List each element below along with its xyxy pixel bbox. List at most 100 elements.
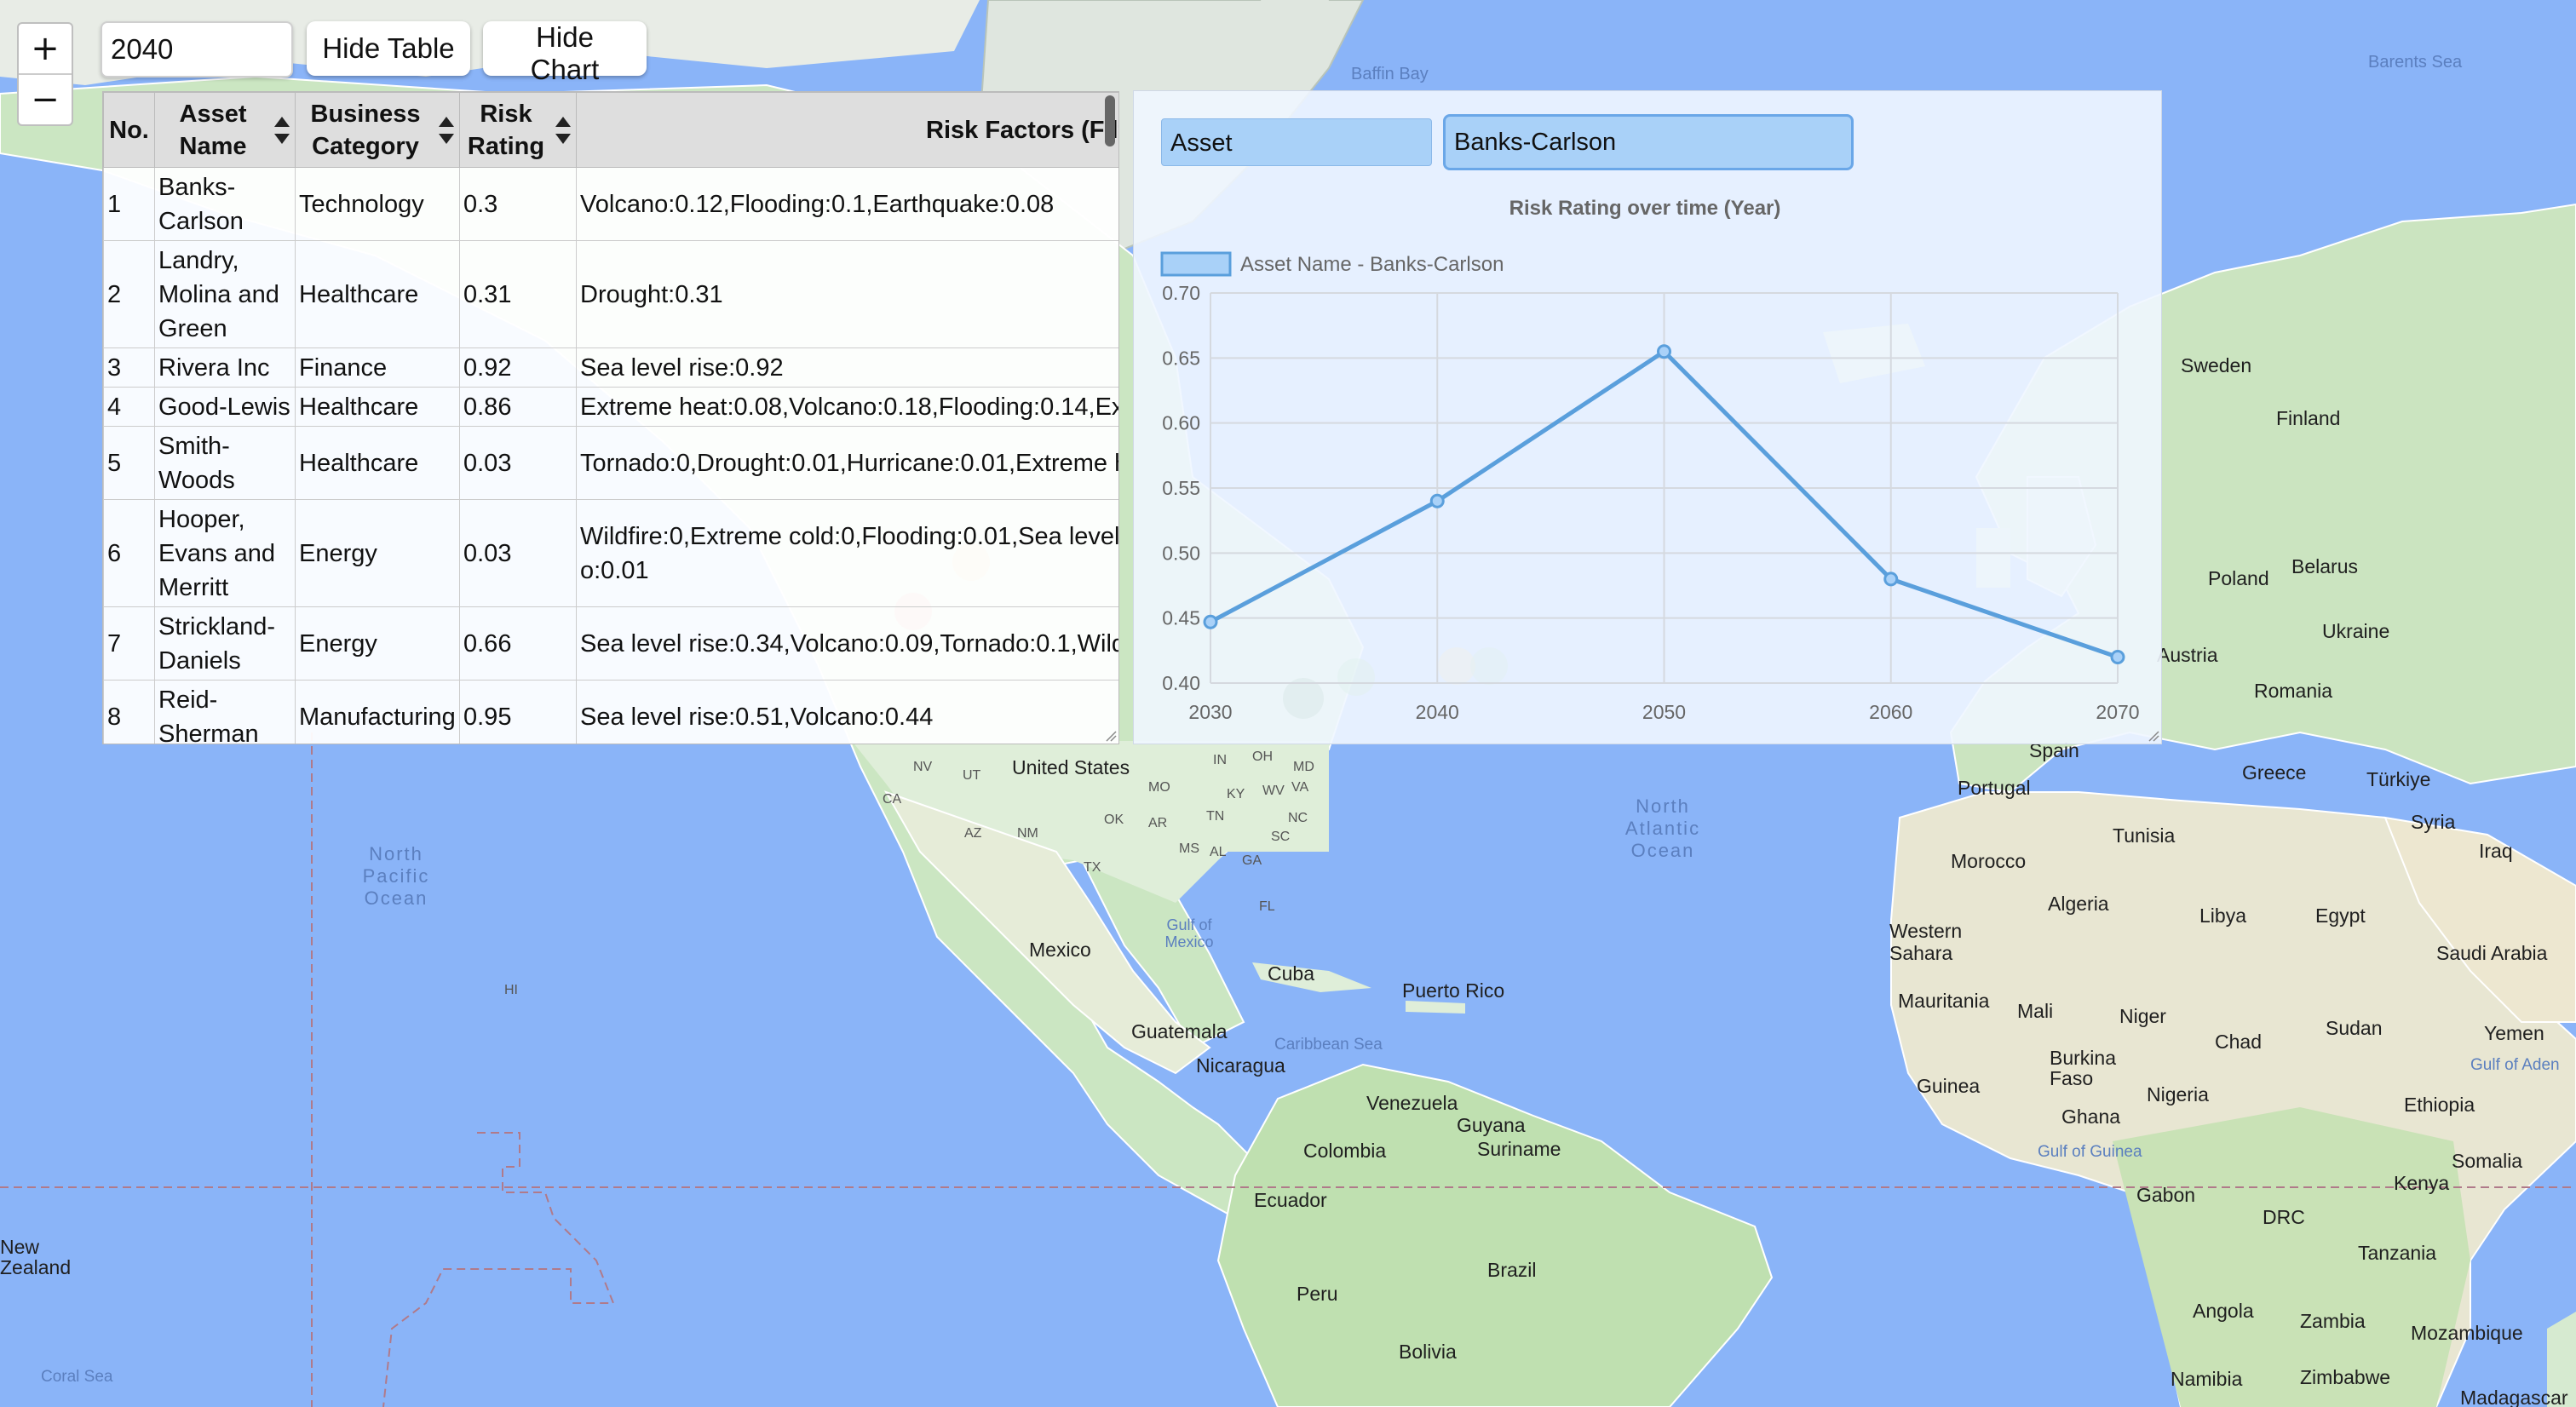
legend-swatch[interactable]: [1160, 251, 1232, 277]
map-label-portugal: Portugal: [1958, 777, 2031, 799]
map-label-egypt: Egypt: [2315, 904, 2366, 927]
table-row[interactable]: 5 Smith-Woods Healthcare 0.03 Tornado:0,…: [103, 426, 1118, 500]
map-label-new-zealand: New Zealand: [0, 1236, 72, 1278]
hide-chart-button[interactable]: Hide Chart: [483, 21, 647, 85]
cell-business-category: Healthcare: [295, 387, 460, 427]
map-label-guatemala: Guatemala: [1131, 1020, 1228, 1042]
sort-icon[interactable]: [273, 115, 291, 146]
table-row[interactable]: 3 Rivera Inc Finance 0.92 Sea level rise…: [103, 347, 1118, 388]
cell-risk-rating: 0.95: [459, 680, 577, 744]
map-state-fl: FL: [1259, 899, 1275, 914]
risk-line-chart: Risk Rating over time (Year) Asset Name …: [1160, 197, 2140, 723]
map-label-mauritania: Mauritania: [1898, 990, 1990, 1012]
map-state-nm: NM: [1017, 826, 1038, 841]
cell-no: 6: [103, 499, 155, 607]
resize-handle-icon[interactable]: [2148, 730, 2159, 742]
table-header-row: No. Asset Name Business Category Risk Ra…: [103, 92, 1119, 168]
zoom-in-button[interactable]: +: [19, 24, 72, 73]
column-header-risk-rating-label: Risk Rating: [467, 100, 545, 160]
legend-label[interactable]: Asset Name - Banks-Carlson: [1240, 253, 1504, 276]
data-point-2030[interactable]: [1203, 614, 1218, 629]
map-label-mexico: Mexico: [1029, 939, 1091, 961]
column-header-business-category[interactable]: Business Category: [295, 92, 460, 168]
table-row[interactable]: 7 Strickland-Daniels Energy 0.66 Sea lev…: [103, 606, 1118, 681]
zoom-control: + −: [17, 22, 73, 126]
table-row[interactable]: 2 Landry, Molina and Green Healthcare 0.…: [103, 240, 1118, 348]
map-label-zambia: Zambia: [2300, 1310, 2366, 1332]
map-label-sudan: Sudan: [2326, 1017, 2383, 1039]
sort-icon[interactable]: [437, 115, 456, 146]
map-state-nv: NV: [913, 760, 933, 774]
x-tick-label: 2040: [1416, 701, 1459, 723]
cell-risk-factors: Wildfire:0,Extreme cold:0,Flooding:0.01,…: [576, 499, 1118, 607]
cell-risk-rating: 0.86: [459, 387, 577, 427]
cell-risk-factors: Sea level rise:0.34,Volcano:0.09,Tornado…: [576, 606, 1118, 681]
data-point-2070[interactable]: [2110, 649, 2125, 664]
resize-handle-icon[interactable]: [1105, 730, 1117, 742]
x-tick-label: 2030: [1188, 701, 1232, 723]
column-header-risk-factors[interactable]: Risk Factors (Filt: [576, 92, 1119, 168]
cell-business-category: Finance: [295, 347, 460, 388]
column-header-no[interactable]: No.: [103, 92, 155, 168]
zoom-out-button[interactable]: −: [19, 75, 72, 124]
map-state-tx: TX: [1084, 860, 1101, 875]
map-label-brazil: Brazil: [1487, 1259, 1537, 1281]
cell-no: 4: [103, 387, 155, 427]
table-row[interactable]: 8 Reid-Sherman Manufacturing 0.95 Sea le…: [103, 680, 1118, 744]
map-state-ar: AR: [1148, 816, 1168, 830]
map-state-mo: MO: [1148, 780, 1170, 795]
cell-no: 3: [103, 347, 155, 388]
map-label-finland: Finland: [2276, 407, 2341, 429]
y-tick-label: 0.55: [1162, 477, 1200, 499]
map-label-baffin-bay: Baffin Bay: [1351, 65, 1429, 83]
map-label-kenya: Kenya: [2394, 1172, 2450, 1194]
map-label-sweden: Sweden: [2181, 354, 2252, 376]
map-state-in: IN: [1213, 753, 1227, 767]
data-point-2040[interactable]: [1429, 493, 1445, 508]
map-label-tunisia: Tunisia: [2113, 824, 2176, 847]
data-point-2050[interactable]: [1657, 344, 1671, 359]
table-row[interactable]: 1 Banks-Carlson Technology 0.3 Volcano:0…: [103, 167, 1118, 241]
year-input[interactable]: [101, 21, 293, 78]
cell-risk-factors: Tornado:0,Drought:0.01,Hurricane:0.01,Ex…: [576, 426, 1118, 500]
cell-asset-name: Reid-Sherman: [154, 680, 296, 744]
sort-icon[interactable]: [554, 115, 572, 146]
map-state-nc: NC: [1288, 811, 1308, 825]
map-label-zimbabwe: Zimbabwe: [2300, 1366, 2391, 1388]
map-label-saudi-arabia: Saudi Arabia: [2436, 942, 2548, 964]
cell-business-category: Healthcare: [295, 240, 460, 348]
map-label-barents-sea: Barents Sea: [2368, 53, 2463, 72]
asset-table: No. Asset Name Business Category Risk Ra…: [103, 92, 1119, 744]
cell-risk-factors: Drought:0.31: [576, 240, 1118, 348]
map-label-western-sahara: Western Sahara: [1889, 920, 1963, 964]
map-label-iraq: Iraq: [2479, 840, 2513, 862]
column-header-risk-rating[interactable]: Risk Rating: [459, 92, 577, 168]
map-label-angola: Angola: [2193, 1300, 2254, 1322]
risk-chart-panel: Risk Rating over time (Year) Asset Name …: [1133, 90, 2162, 744]
map-state-al: AL: [1210, 845, 1227, 859]
map-label-drc: DRC: [2263, 1206, 2305, 1228]
cell-risk-factors: Sea level rise:0.92: [576, 347, 1118, 388]
map-label-ethiopia: Ethiopia: [2404, 1094, 2475, 1116]
hide-table-button[interactable]: Hide Table: [307, 21, 470, 76]
cell-risk-factors: Extreme heat:0.08,Volcano:0.18,Flooding:…: [576, 387, 1118, 427]
table-scrollbar[interactable]: [1105, 95, 1115, 146]
asset-table-panel[interactable]: No. Asset Name Business Category Risk Ra…: [102, 91, 1119, 744]
table-row[interactable]: 6 Hooper, Evans and Merritt Energy 0.03 …: [103, 499, 1118, 607]
map-label-romania: Romania: [2254, 680, 2333, 702]
map-label-north-atlantic-ocean: North Atlantic Ocean: [1624, 795, 1701, 861]
map-state-ga: GA: [1242, 853, 1262, 868]
table-row[interactable]: 4 Good-Lewis Healthcare 0.86 Extreme hea…: [103, 387, 1118, 427]
cell-asset-name: Good-Lewis: [154, 387, 296, 427]
map-state-ok: OK: [1104, 813, 1124, 827]
asset-select-dropdown[interactable]: Banks-Carlson: [1443, 114, 1854, 170]
map-label-chad: Chad: [2215, 1031, 2262, 1053]
cell-no: 8: [103, 680, 155, 744]
chart-x-axis: 2030 2040 2050 2060 2070: [1188, 701, 2139, 723]
column-header-asset-name[interactable]: Asset Name: [154, 92, 296, 168]
data-point-2060[interactable]: [1883, 571, 1899, 587]
y-tick-label: 0.40: [1162, 672, 1200, 694]
cell-business-category: Energy: [295, 499, 460, 607]
column-header-risk-factors-label: Risk Factors (Filt: [926, 116, 1119, 144]
map-label-syria: Syria: [2411, 811, 2456, 833]
